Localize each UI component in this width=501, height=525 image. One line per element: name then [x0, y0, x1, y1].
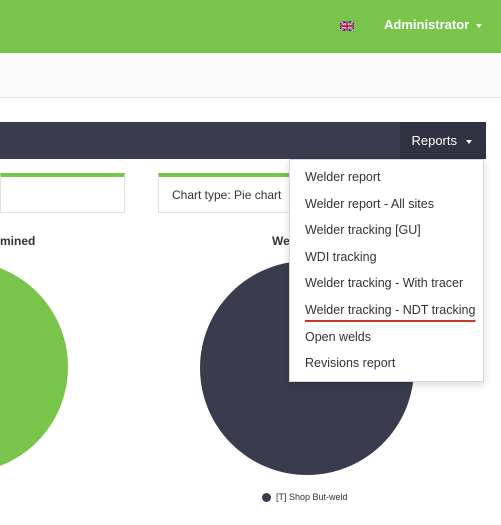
user-name: Administrator	[384, 17, 470, 32]
reports-menu-item[interactable]: Revisions report	[290, 350, 483, 377]
reports-menu-item[interactable]: Open welds	[290, 324, 483, 351]
user-menu[interactable]: Administrator	[384, 17, 483, 32]
reports-menu-item[interactable]: Welder tracking - With tracer	[290, 270, 483, 297]
reports-dropdown-button[interactable]: Reports	[400, 122, 486, 159]
reports-menu-item[interactable]: Welder tracking - NDT tracking	[290, 297, 483, 324]
uk-flag-icon[interactable]	[340, 21, 354, 31]
chart-type-selector[interactable]: Chart type: Pie chart	[158, 173, 298, 213]
reports-menu-item[interactable]: WDI tracking	[290, 244, 483, 271]
right-chart-legend: [T] Shop But-weld	[262, 492, 348, 502]
reports-dropdown-menu: Welder report Welder report - All sites We…	[289, 159, 484, 382]
left-pie-slice[interactable]	[0, 261, 68, 473]
reports-button-label: Reports	[411, 133, 457, 148]
legend-label: [T] Shop But-weld	[276, 492, 348, 502]
chart-type-label: Chart type: Pie chart	[172, 188, 282, 202]
legend-swatch	[262, 492, 271, 502]
reports-menu-item[interactable]: Welder report - All sites	[290, 191, 483, 218]
report-toolbar: Reports	[0, 122, 486, 159]
secondary-bar	[0, 53, 501, 98]
reports-menu-item[interactable]: Welder report	[290, 164, 483, 191]
top-navbar: Administrator	[0, 0, 501, 53]
chevron-down-icon	[466, 139, 472, 144]
reports-menu-item[interactable]: Welder tracking [GU]	[290, 217, 483, 244]
chevron-down-icon	[476, 23, 483, 28]
filter-card-left[interactable]	[0, 173, 125, 213]
